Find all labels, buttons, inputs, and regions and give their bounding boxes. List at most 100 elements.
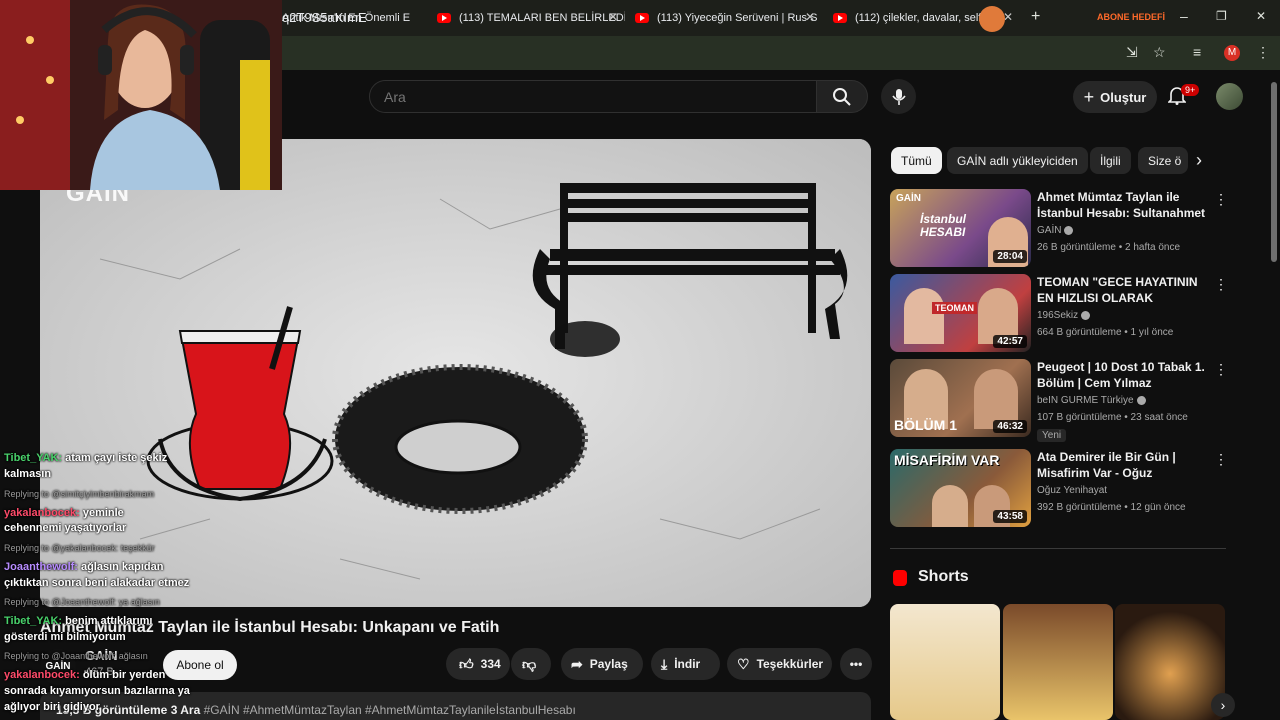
search-box[interactable] [369,80,817,113]
like-button[interactable]: 👍︎ 334 [446,648,510,680]
tab-label: (113) Yiyeceğin Serüveni | Rus S [657,12,818,24]
create-label: Oluştur [1100,89,1147,105]
channel-name[interactable]: Oğuz Yenihayat [1037,485,1107,496]
channel-name[interactable]: beIN GURME Türkiye [1037,395,1146,406]
chat-message: Joaanthewolf: ağlasın kapıdan [4,561,164,573]
bookmark-star-icon[interactable]: ☆ [1153,44,1166,61]
video-duration: 43:58 [993,510,1027,523]
thumbnail-text: BÖLÜM 1 [894,417,957,433]
thanks-heart-icon: ♡ [737,655,750,672]
youtube-favicon-icon [437,13,451,23]
thumbnail-text: TEOMAN [932,302,977,314]
chat-reply-context: Replying to @Joaanthewolf: ağlasın [4,651,148,661]
chat-message: Tibet_YAK: atam çayı iste şekiz [4,452,168,464]
shorts-heading: Shorts [918,568,969,585]
video-thumbnail[interactable]: TEOMAN 42:57 [890,274,1031,352]
thumbnail-person [932,485,968,527]
webcam-overlay [0,0,282,190]
voice-search-button[interactable] [881,79,916,114]
more-vertical-icon[interactable]: ⋮ [1214,191,1228,208]
recommended-video[interactable]: TEOMAN 42:57 TEOMAN "GECE HAYATININ EN H… [890,274,1230,354]
more-vertical-icon[interactable]: ⋮ [1214,451,1228,468]
search-button[interactable] [816,80,868,113]
video-meta: 107 B görüntüleme • 23 saat önce [1037,412,1188,423]
install-app-icon[interactable]: ⇲ [1126,44,1138,61]
video-title[interactable]: Ahmet Mümtaz Taylan ile İstanbul Hesabı:… [1037,189,1209,221]
browser-tab[interactable]: (113) TEMALARI BEN BELİRLEDİ [437,4,625,32]
streamer-webcam-image [0,0,282,190]
chevron-right-icon[interactable]: › [1211,693,1235,717]
thanks-label: Teşekkürler [756,657,824,671]
recommended-video[interactable]: MİSAFİRİM VAR 43:58 Ata Demirer ile Bir … [890,449,1230,529]
user-avatar[interactable] [1216,83,1243,110]
chevron-right-icon[interactable]: › [1196,150,1202,171]
video-title[interactable]: TEOMAN "GECE HAYATININ EN HIZLISI OLARAK… [1037,274,1209,306]
tab-label: (112) çilekler, davalar, self-m [855,12,995,24]
download-label: İndir [674,657,701,671]
chat-message-continued: ağlıyor biri gidiyor [4,701,100,713]
create-button[interactable]: + Oluştur [1073,81,1157,113]
recommended-video[interactable]: BÖLÜM 1 46:32 Peugeot | 10 Dost 10 Tabak… [890,359,1230,442]
tab-label: (113) TEMALARI BEN BELİRLEDİ [459,12,625,24]
more-vertical-icon[interactable]: ⋮ [1214,276,1228,293]
chip-related[interactable]: İlgili [1090,147,1131,174]
chat-reply-context: Replying to @yakalanbocek: teşekkür [4,543,155,553]
verified-badge-icon [1136,395,1146,405]
video-thumbnail[interactable]: BÖLÜM 1 46:32 [890,359,1031,437]
maximize-icon[interactable]: ❐ [1216,9,1227,23]
page-scrollbar[interactable] [1271,82,1277,262]
video-title[interactable]: Peugeot | 10 Dost 10 Tabak 1. Bölüm | Ce… [1037,359,1209,391]
close-window-icon[interactable]: ✕ [1256,9,1266,23]
youtube-favicon-icon [833,13,847,23]
dislike-button[interactable]: 👎︎ [511,648,551,680]
plus-icon: + [1083,86,1095,107]
address-bar-url[interactable]: q2T9S5aKImE [282,10,367,25]
download-button[interactable]: ⤓ İndir [651,648,720,680]
search-input[interactable] [370,81,816,112]
share-button[interactable]: ➦ Paylaş [561,648,643,680]
chip-for-you[interactable]: Size ö [1138,147,1188,174]
video-thumbnail[interactable]: MİSAFİRİM VAR 43:58 [890,449,1031,527]
video-frame-illustration [40,139,871,607]
reading-list-icon[interactable]: ≡ [1193,44,1201,60]
close-tab-icon[interactable]: ✕ [805,10,815,24]
verified-badge-icon [1064,225,1074,235]
thumbs-down-icon: 👎︎ [522,655,537,672]
subscribe-button[interactable]: Abone ol [163,650,237,680]
chat-message: Tibet_YAK: benim attıklarımı [4,615,153,627]
more-vertical-icon[interactable]: ⋮ [1214,361,1228,378]
chat-message-continued: gösterdi mi bilmiyorum [4,631,126,643]
chat-message-continued: çıktıktan sonra beni alakadar etmez [4,577,190,589]
chip-from-uploader[interactable]: GAİN adlı yükleyiciden [947,147,1088,174]
video-duration: 42:57 [993,335,1027,348]
channel-name[interactable]: 196Sekiz [1037,310,1091,321]
chat-message: yakalanbocek: yeminle [4,507,124,519]
shorts-logo-icon [893,570,907,586]
video-title[interactable]: Ata Demirer ile Bir Gün | Misafirim Var … [1037,449,1209,481]
subscriber-goal-overlay: ABONE HEDEFİ [1097,12,1166,22]
notification-count-badge: 9+ [1181,84,1200,96]
more-actions-button[interactable]: ••• [840,648,872,680]
minimize-icon[interactable]: – [1180,8,1188,24]
new-tab-icon[interactable]: + [1031,8,1040,26]
browser-profile-avatar[interactable]: M [1224,45,1240,61]
chip-all[interactable]: Tümü [891,147,942,174]
chat-reply-context: Replying to @simitçiyimbenbirakmam [4,489,155,499]
like-count: 334 [480,657,501,671]
video-thumbnail[interactable]: GAİN İstanbul HESABI 28:04 [890,189,1031,267]
share-label: Paylaş [589,657,628,671]
section-divider [890,548,1226,549]
video-player[interactable] [40,139,871,607]
close-tab-icon[interactable]: ✕ [608,10,618,24]
verified-badge-icon [1081,310,1091,320]
video-meta: 392 B görüntüleme • 12 gün önce [1037,502,1186,513]
thanks-button[interactable]: ♡ Teşekkürler [727,648,832,680]
channel-name[interactable]: GAİN [1037,225,1074,236]
description-hashtags[interactable]: #GAİN #AhmetMümtazTaylan #AhmetMümtazTay… [204,703,576,717]
browser-tab[interactable]: (113) Yiyeceğin Serüveni | Rus S [635,4,820,32]
short-thumbnail[interactable] [890,604,1000,720]
short-thumbnail[interactable] [1115,604,1225,720]
short-thumbnail[interactable] [1003,604,1113,720]
browser-menu-icon[interactable]: ⋮ [1256,44,1270,61]
recommended-video[interactable]: GAİN İstanbul HESABI 28:04 Ahmet Mümtaz … [890,189,1230,269]
